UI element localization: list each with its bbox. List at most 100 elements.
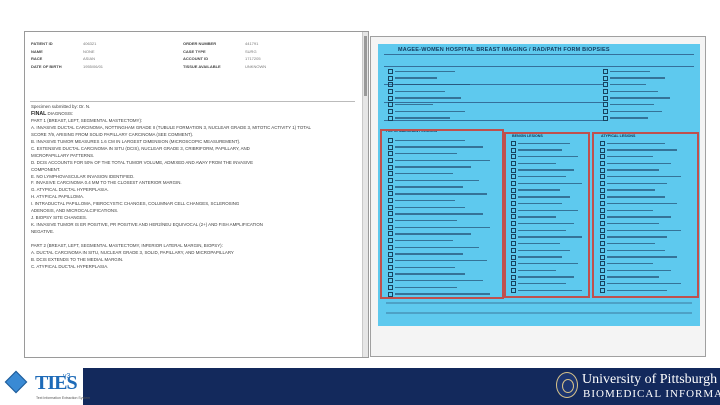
form-checkbox [603,68,608,74]
form-checkbox [603,102,608,108]
form-checkbox-row [388,68,470,75]
checkbox-list-top-right [603,68,670,122]
final-label: FINAL [31,110,47,117]
form-checkbox-row [388,108,470,115]
scrollbar-thumb[interactable] [364,36,367,96]
form-checkbox-text [395,104,433,106]
form-checkbox-row [603,68,670,75]
form-checkbox-text [610,117,648,119]
report-line: K. INVASIVE TUMOR IS ER POSITIVE, PR POS… [31,222,263,228]
header-key: RACE [31,56,43,62]
form-rule [384,66,694,67]
form-checkbox [388,82,393,88]
form-checkbox-text [610,70,650,73]
report-line: COMPONENT. [31,166,61,172]
form-checkbox [388,75,393,81]
form-checkbox [388,95,393,101]
pathology-report-window: PATIENT ID 406321 ORDER NUMBER 441791 NA… [24,31,369,358]
report-scrollbar[interactable] [362,32,368,357]
form-checkbox-text [395,84,470,86]
form-checkbox [388,108,393,114]
header-value: ASIAN [83,56,96,62]
university-name: University of Pittsburgh [582,372,718,387]
header-key: ACCOUNT ID [183,56,209,62]
form-checkbox-row [603,81,670,88]
report-line: J. BIOPSY SITE CHANGES. [31,215,88,221]
form-bottom-line [386,312,692,314]
form-checkbox-text [395,110,465,113]
form-checkbox-row [603,88,670,95]
ties-version: v3 [63,373,71,380]
header-value: SURG [245,48,257,54]
form-title: MAGEE-WOMEN HOSPITAL BREAST IMAGING / RA… [398,47,610,53]
report-line: H. ATYPICAL PAPILLOMA. [31,194,85,200]
form-checkbox-text [395,77,437,79]
form-checkbox-text [395,117,450,119]
form-checkbox [603,82,608,88]
form-checkbox [388,68,393,74]
report-line: PART 1 (BREAST, LEFT, SEGMENTAL MASTECTO… [31,117,143,123]
report-line: I. INTRADUCTAL PAPILLOMA, FIBROCYSTIC CH… [31,201,240,207]
header-value: 1955/06/01 [83,64,104,70]
header-key: TISSUE AVAILABLE [183,64,221,70]
report-body: Specimen submitted by: Dr. N. FINAL DIAG… [31,104,361,271]
report-line: NEGATIVE. [31,229,55,235]
header-key: PATIENT ID [31,41,53,47]
header-key: CASE TYPE [183,48,206,54]
department-name: BIOMEDICAL INFORMATICS [583,388,720,400]
report-line: B. DCIS EXTENDS TO THE MEDIAL MARGIN. [31,256,124,262]
report-line: E. NO LYMPHOVASCULAR INVASION IDENTIFIED… [31,173,135,179]
form-checkbox [603,115,608,121]
report-line: PART 2 (BREAST, LEFT, SEGMENTAL MASTECTO… [31,243,223,249]
form-checkbox-text [395,97,461,99]
form-checkbox-row [603,108,670,115]
final-suffix: DIAGNOSIS: [47,110,74,116]
form-checkbox-text [610,110,662,113]
form-checkbox-row [388,101,470,108]
form-rule [384,54,694,55]
report-line: C. ATYPICAL DUCTAL HYPERPLASIA. [31,263,109,269]
form-checkbox [603,95,608,101]
form-checkbox [603,75,608,81]
highlight-box-benign [504,132,590,298]
form-checkbox-text [610,97,670,99]
report-line: ADENOSIS, AND MICROCALCIFICATIONS. [31,208,119,214]
form-checkbox-row [388,88,470,95]
checkbox-list-top [388,68,470,122]
form-checkbox [388,115,393,121]
form-checkbox-text [610,84,646,86]
header-value: UNKNOWN [245,64,267,70]
form-checkbox-text [610,77,665,79]
form-checkbox-row [388,75,470,82]
form-checkbox-row [603,75,670,82]
form-checkbox-row [603,115,670,122]
form-checkbox [388,88,393,94]
form-checkbox-row [388,115,470,122]
form-checkbox-text [395,90,445,93]
form-checkbox [603,88,608,94]
header-key: NAME [31,48,43,54]
report-line: C. EXTENSIVE DUCTAL CARCINOMA IN SITU (D… [31,145,250,151]
header-value: NONE [83,48,95,54]
report-line: G. ATYPICAL DUCTAL HYPERPLASIA. [31,187,109,193]
form-checkbox-row [388,81,470,88]
report-line: A. DUCTAL CARCINOMA IN SITU, NUCLEAR GRA… [31,250,234,256]
form-checkbox [388,102,393,108]
specimen-line: Specimen submitted by: Dr. N. [31,104,91,109]
report-line: MICROPAPILLARY PATTERNS. [31,152,95,158]
header-value: 441791 [245,41,259,47]
form-checkbox [603,108,608,114]
form-checkbox-text [395,70,455,73]
form-checkbox-text [610,104,654,106]
report-line: A. INVASIVE DUCTAL CARCINOMA, NOTTINGHAM… [31,124,311,130]
header-value: 1717205 [245,56,261,62]
highlight-box-malignant [380,129,504,299]
header-value: 406321 [83,41,97,47]
ties-tagline: Text Information Extraction System [36,396,91,400]
form-checkbox-row [603,101,670,108]
report-line: B. INVASIVE TUMOR MEASURES 1.6 CM IN LAR… [31,138,241,144]
report-line: F. INVASIVE CARCINOMA 0.4 MM TO THE CLOS… [31,180,182,186]
university-seal-icon [556,372,578,398]
highlight-box-atypical [592,132,699,298]
form-checkbox-row [388,95,470,102]
